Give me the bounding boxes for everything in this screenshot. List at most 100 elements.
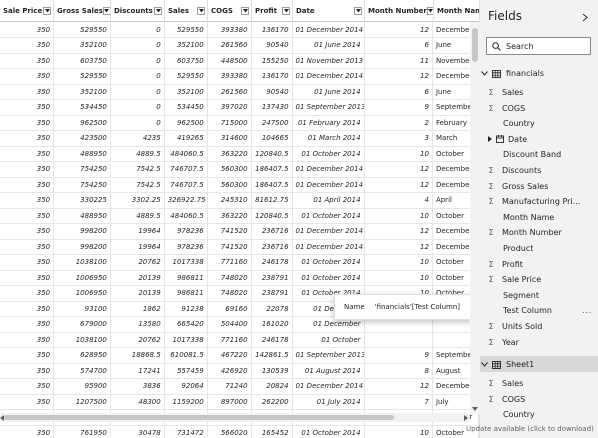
field-item[interactable]: Σ Discounts <box>480 163 598 178</box>
table-row: 350 488950 4889.5 484060.5 363220 120840.5 01 … <box>0 146 480 162</box>
column-header-label: Month Number <box>368 7 427 15</box>
table-cell: 628950 <box>53 347 111 364</box>
table-row: 350 962500 0 962500 715000 247500 01 February … <box>0 115 480 131</box>
table-cell: 246178 <box>251 254 293 271</box>
chevron-down-icon[interactable] <box>480 71 489 76</box>
field-item[interactable]: Product <box>480 241 598 256</box>
column-header[interactable]: Profit <box>252 0 293 22</box>
table-cell: 90540 <box>251 37 293 54</box>
scroll-right-arrow-icon[interactable] <box>464 415 468 421</box>
table-cell: 92064 <box>164 378 208 395</box>
scroll-down-arrow-icon[interactable] <box>472 407 478 412</box>
more-options-icon[interactable]: ... <box>582 306 592 316</box>
table-cell: 81612.75 <box>251 192 293 209</box>
dropdown-arrow-icon[interactable] <box>426 7 433 15</box>
vertical-scrollbar[interactable] <box>470 22 480 414</box>
field-item[interactable]: Σ Year <box>480 335 598 350</box>
table-cell: 69160 <box>207 301 252 317</box>
column-header[interactable]: Gross Sales <box>54 0 111 22</box>
sigma-icon: Σ <box>488 197 494 207</box>
field-label: Segment <box>503 290 539 300</box>
chevron-right-icon[interactable] <box>488 136 496 143</box>
field-item[interactable]: Σ Manufacturing Pri... <box>480 194 598 209</box>
column-header[interactable]: Sales <box>165 0 208 22</box>
field-item[interactable]: Σ Units Sold <box>480 319 598 334</box>
table-cell: 326922.75 <box>164 192 208 209</box>
table-cell: 679000 <box>53 316 111 333</box>
field-item[interactable]: Country <box>480 116 598 131</box>
table-cell: 10 <box>364 254 433 271</box>
column-header-label: Sales <box>168 7 190 15</box>
field-item[interactable]: Σ Gross Sales <box>480 179 598 194</box>
table-cell: 01 October 2014 <box>292 270 365 286</box>
table-item-sheet1[interactable]: Sheet1 <box>480 357 598 372</box>
table-cell: 12 <box>364 223 433 240</box>
horizontal-scrollbar[interactable] <box>0 413 470 422</box>
table-cell: 754250 <box>53 161 111 178</box>
table-cell: 986811 <box>164 285 208 302</box>
table-cell: 350 <box>0 130 55 147</box>
column-header[interactable]: COGS <box>208 0 252 22</box>
table-cell: 998200 <box>53 223 111 240</box>
table-cell: 350 <box>0 347 55 364</box>
dropdown-arrow-icon[interactable] <box>102 7 110 15</box>
field-label: Test Column <box>503 306 552 316</box>
table-cell: 0 <box>110 84 165 100</box>
table-cell: 350 <box>0 84 55 100</box>
table-icon <box>489 360 503 369</box>
dropdown-arrow-icon[interactable] <box>354 7 362 15</box>
chevron-right-icon[interactable] <box>582 13 588 22</box>
field-item[interactable]: Discount Band <box>480 147 598 162</box>
table-cell: 245310 <box>207 192 252 209</box>
field-label: COGS <box>502 103 526 113</box>
field-item[interactable]: Date <box>480 132 598 147</box>
table-cell: 01 October 2014 <box>292 208 365 224</box>
table-row: 350 574700 17241 557459 426920 130539 01 Augus… <box>0 363 480 379</box>
column-header[interactable]: Discounts <box>111 0 165 22</box>
table-row: 350 998200 19964 978236 741520 236716 01 Decem… <box>0 239 480 255</box>
dropdown-arrow-icon[interactable] <box>43 7 51 15</box>
column-header[interactable]: Sale Price <box>0 0 54 22</box>
table-cell: 488950 <box>53 208 111 224</box>
table-row: 350 761950 30478 731472 566020 165452 01 Octob… <box>0 425 480 438</box>
field-item[interactable]: Σ Month Number <box>480 225 598 240</box>
field-item[interactable]: Test Column... <box>480 303 598 318</box>
field-item[interactable]: Σ Sale Price <box>480 272 598 287</box>
column-tooltip: Name 'financials'[Test Column] <box>334 294 472 320</box>
field-label: Sales <box>502 88 524 97</box>
field-label: Month Number <box>502 228 562 238</box>
chevron-down-icon[interactable] <box>480 362 489 367</box>
table-row: 350 1038100 20762 1017338 771160 246178 01 Oct… <box>0 332 480 348</box>
field-item[interactable]: Country <box>480 407 598 422</box>
table-cell: 350 <box>0 254 55 271</box>
field-item[interactable]: Month Name <box>480 210 598 225</box>
dropdown-arrow-icon[interactable] <box>197 7 205 15</box>
field-item[interactable]: Σ Profit <box>480 257 598 272</box>
table-cell: 603750 <box>164 53 208 69</box>
table-item-financials[interactable]: financials <box>480 66 598 81</box>
column-header[interactable]: Month Name <box>434 0 480 22</box>
field-item[interactable]: Σ COGS <box>480 392 598 407</box>
column-header[interactable]: Date <box>293 0 365 22</box>
sigma-icon: Σ <box>488 88 494 97</box>
field-item[interactable]: Σ Sales <box>480 376 598 391</box>
fields-search-input[interactable]: Search <box>486 37 591 55</box>
table-cell: 01 September 2013 <box>292 99 365 116</box>
field-item[interactable]: Segment <box>480 288 598 303</box>
dropdown-arrow-icon[interactable] <box>241 7 249 15</box>
update-status[interactable]: Update available (click to download) <box>466 425 594 433</box>
field-item[interactable]: Σ Sales <box>480 85 598 100</box>
table-cell: 741520 <box>207 223 252 240</box>
vertical-scroll-thumb[interactable] <box>472 28 478 62</box>
fields-pane: Fields Search financials Σ Sales Σ COGS Count… <box>480 0 598 438</box>
horizontal-scroll-thumb[interactable] <box>4 415 394 420</box>
column-header[interactable]: Month Number <box>365 0 434 22</box>
field-item[interactable]: Σ COGS <box>480 101 598 116</box>
dropdown-arrow-icon[interactable] <box>282 7 290 15</box>
dropdown-arrow-icon[interactable] <box>154 7 162 15</box>
table-cell: 1038100 <box>53 332 111 348</box>
table-cell: 3302.25 <box>110 192 165 209</box>
table-cell: 350 <box>0 177 55 193</box>
table-cell <box>364 332 433 348</box>
table-cell: 18868.5 <box>110 347 165 364</box>
